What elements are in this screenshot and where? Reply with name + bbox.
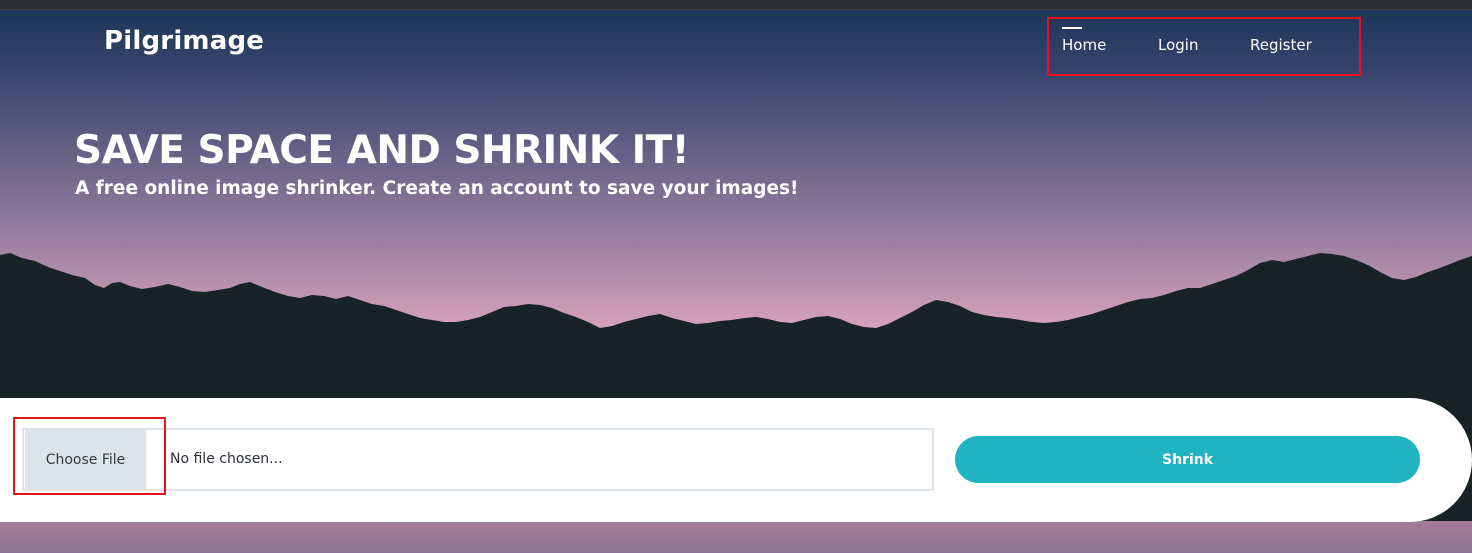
- brand-logo[interactable]: Pilgrimage: [104, 26, 264, 56]
- nav-register-label: Register: [1250, 36, 1312, 54]
- browser-top-strip: [0, 0, 1472, 10]
- page: Pilgrimage Home Login Register SAVE SPAC…: [0, 0, 1472, 553]
- shrink-button[interactable]: Shrink: [955, 436, 1420, 483]
- file-status-text: No file chosen...: [170, 451, 283, 467]
- choose-file-button[interactable]: Choose File: [25, 430, 146, 489]
- hero-title: SAVE SPACE AND SHRINK IT!: [74, 128, 690, 173]
- file-input[interactable]: [22, 428, 934, 491]
- lower-gradient-strip: [0, 521, 1472, 553]
- nav-home-label: Home: [1062, 36, 1107, 54]
- nav-register[interactable]: Register: [1250, 36, 1312, 54]
- nav-login-label: Login: [1158, 36, 1199, 54]
- active-indicator: [1062, 27, 1082, 29]
- nav-login[interactable]: Login: [1158, 36, 1198, 54]
- hero-subtitle: A free online image shrinker. Create an …: [75, 178, 799, 199]
- nav-home[interactable]: Home: [1062, 27, 1107, 54]
